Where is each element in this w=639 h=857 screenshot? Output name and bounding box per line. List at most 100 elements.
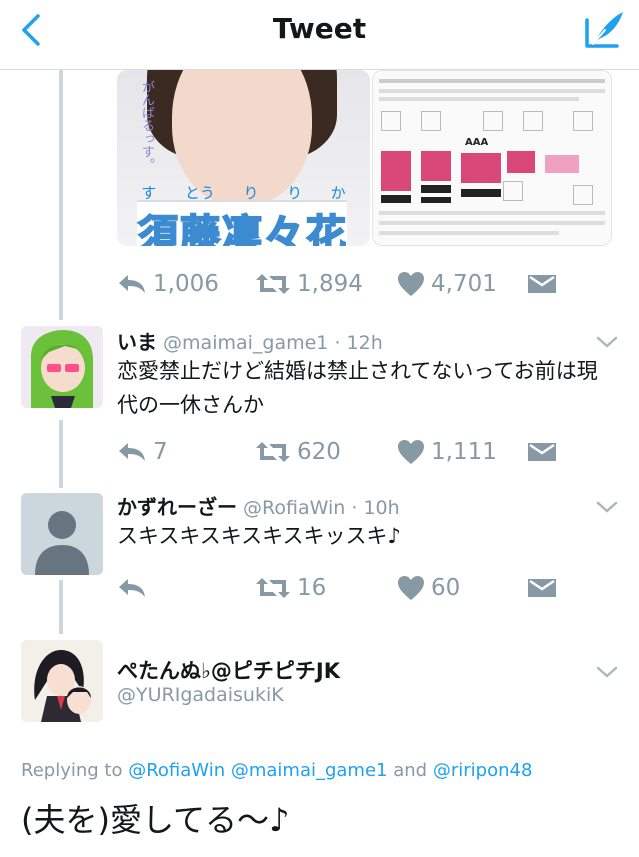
- compose-feather-icon[interactable]: [581, 8, 627, 52]
- flyer-pink-block: [545, 155, 579, 173]
- flyer-black-bar: [381, 195, 411, 203]
- chevron-down-icon[interactable]: [595, 332, 619, 352]
- reply-button[interactable]: 7: [117, 434, 168, 470]
- retweet-count: 16: [297, 575, 327, 601]
- like-button[interactable]: 1,111: [397, 434, 497, 470]
- avatar-default[interactable]: [21, 493, 103, 575]
- thread-line: [59, 70, 63, 320]
- ruby-char: か: [330, 184, 346, 202]
- tweet-time: · 10h: [351, 497, 400, 519]
- tweet-actions: 7 620 1,111: [117, 434, 567, 470]
- ruby-char: す: [141, 184, 157, 202]
- flyer-qr: [381, 111, 401, 131]
- thread-line: [59, 420, 63, 488]
- avatar-illustration: [21, 640, 103, 722]
- author-handle[interactable]: @maimai_game1: [163, 332, 328, 354]
- flyer-pink-block: [381, 151, 411, 191]
- tweet-actions: 16 60: [117, 570, 567, 606]
- page-title: Tweet: [272, 12, 367, 45]
- retweet-button[interactable]: 1,894: [255, 266, 363, 302]
- and-word: and: [393, 760, 428, 781]
- like-count: 60: [431, 575, 461, 601]
- mention-link[interactable]: @maimai_game1: [231, 760, 388, 781]
- reply-button[interactable]: 1,006: [117, 266, 219, 302]
- reply-count: 1,006: [153, 271, 219, 297]
- retweet-icon: [256, 442, 290, 462]
- flyer-pink-block: [421, 151, 451, 181]
- reply-count: 7: [153, 439, 168, 465]
- retweet-count: 1,894: [297, 271, 363, 297]
- reply-arrow-icon: [119, 579, 145, 597]
- reply-arrow-icon: [119, 275, 145, 293]
- chevron-down-icon[interactable]: [595, 497, 619, 517]
- focused-tweet-text: (夫を)愛してる〜♪: [21, 801, 290, 839]
- tweet-header: いま @maimai_game1 · 12h: [117, 326, 383, 355]
- portrait-name-ruby: す とう り り か: [127, 182, 360, 203]
- dm-button[interactable]: [527, 266, 557, 302]
- flyer-qr: [421, 111, 441, 131]
- like-count: 1,111: [431, 439, 497, 465]
- flyer-black-bar: [421, 197, 451, 203]
- chevron-down-icon[interactable]: [595, 662, 619, 682]
- dm-button[interactable]: [527, 434, 557, 470]
- flyer-line: [379, 231, 559, 235]
- author-handle[interactable]: @YURIgadaisukiK: [117, 684, 284, 706]
- ruby-char: り: [287, 184, 303, 202]
- author-name[interactable]: かずれーざー: [117, 495, 237, 519]
- flyer-qr: [573, 185, 593, 205]
- avatar[interactable]: [21, 326, 103, 408]
- flyer-line: [379, 221, 605, 225]
- replying-to: Replying to @RofiaWin @maimai_game1 and …: [21, 760, 532, 781]
- avatar-illustration: [21, 326, 103, 408]
- flyer-pink-block: [507, 151, 535, 173]
- flyer-badge: AAA: [465, 137, 489, 148]
- tweet-actions: 1,006 1,894 4,701: [117, 266, 567, 302]
- portrait-side-text: がんばるっす。: [139, 80, 154, 171]
- flyer-qr: [573, 111, 593, 131]
- like-button[interactable]: 60: [397, 570, 460, 606]
- mention-link[interactable]: @riripon48: [433, 760, 533, 781]
- flyer-line: [379, 97, 579, 101]
- avatar[interactable]: [21, 640, 103, 722]
- mention-link[interactable]: @RofiaWin: [128, 760, 225, 781]
- tweet-time: · 12h: [334, 332, 383, 354]
- author-name[interactable]: ぺたんぬ♭@ピチピチJK: [117, 655, 340, 685]
- heart-icon: [398, 440, 424, 464]
- flyer-qr: [483, 111, 503, 131]
- flyer-black-bar: [461, 189, 501, 197]
- tweet-text: スキスキスキスキスキッスキ♪: [117, 524, 401, 548]
- like-button[interactable]: 4,701: [397, 266, 497, 302]
- retweet-button[interactable]: 16: [255, 570, 326, 606]
- envelope-icon: [528, 443, 556, 461]
- default-user-icon: [21, 493, 103, 575]
- flyer-qr: [503, 181, 523, 201]
- like-count: 4,701: [431, 271, 497, 297]
- retweet-icon: [256, 578, 290, 598]
- retweet-count: 620: [297, 439, 341, 465]
- portrait-name: 須藤凜々花: [137, 210, 348, 246]
- reply-button[interactable]: [117, 570, 153, 606]
- flyer-line: [379, 89, 605, 93]
- tweet-image-flyer[interactable]: AAA: [372, 70, 612, 246]
- replying-prefix: Replying to: [21, 760, 123, 781]
- retweet-button[interactable]: 620: [255, 434, 341, 470]
- flyer-pink-block: [461, 153, 501, 183]
- retweet-icon: [256, 274, 290, 294]
- nav-bar: Tweet: [0, 0, 639, 70]
- tweet-header: かずれーざー @RofiaWin · 10h: [117, 491, 400, 520]
- tweet-image-portrait[interactable]: がんばるっす。 す とう り り か 須藤凜々花: [117, 70, 370, 246]
- envelope-icon: [528, 579, 556, 597]
- author-handle[interactable]: @RofiaWin: [243, 497, 345, 519]
- dm-button[interactable]: [527, 570, 557, 606]
- tweet-text: 恋愛禁止だけど結婚は禁止されてないってお前は現代の一休さんか: [117, 359, 598, 417]
- author-name[interactable]: いま: [117, 330, 157, 354]
- envelope-icon: [528, 275, 556, 293]
- heart-icon: [398, 272, 424, 296]
- flyer-black-bar: [421, 185, 451, 193]
- thread-line: [59, 580, 63, 634]
- flyer-line: [379, 79, 605, 83]
- ruby-char: とう: [184, 184, 215, 202]
- reply-arrow-icon: [119, 443, 145, 461]
- heart-icon: [398, 576, 424, 600]
- flyer-line: [379, 211, 605, 215]
